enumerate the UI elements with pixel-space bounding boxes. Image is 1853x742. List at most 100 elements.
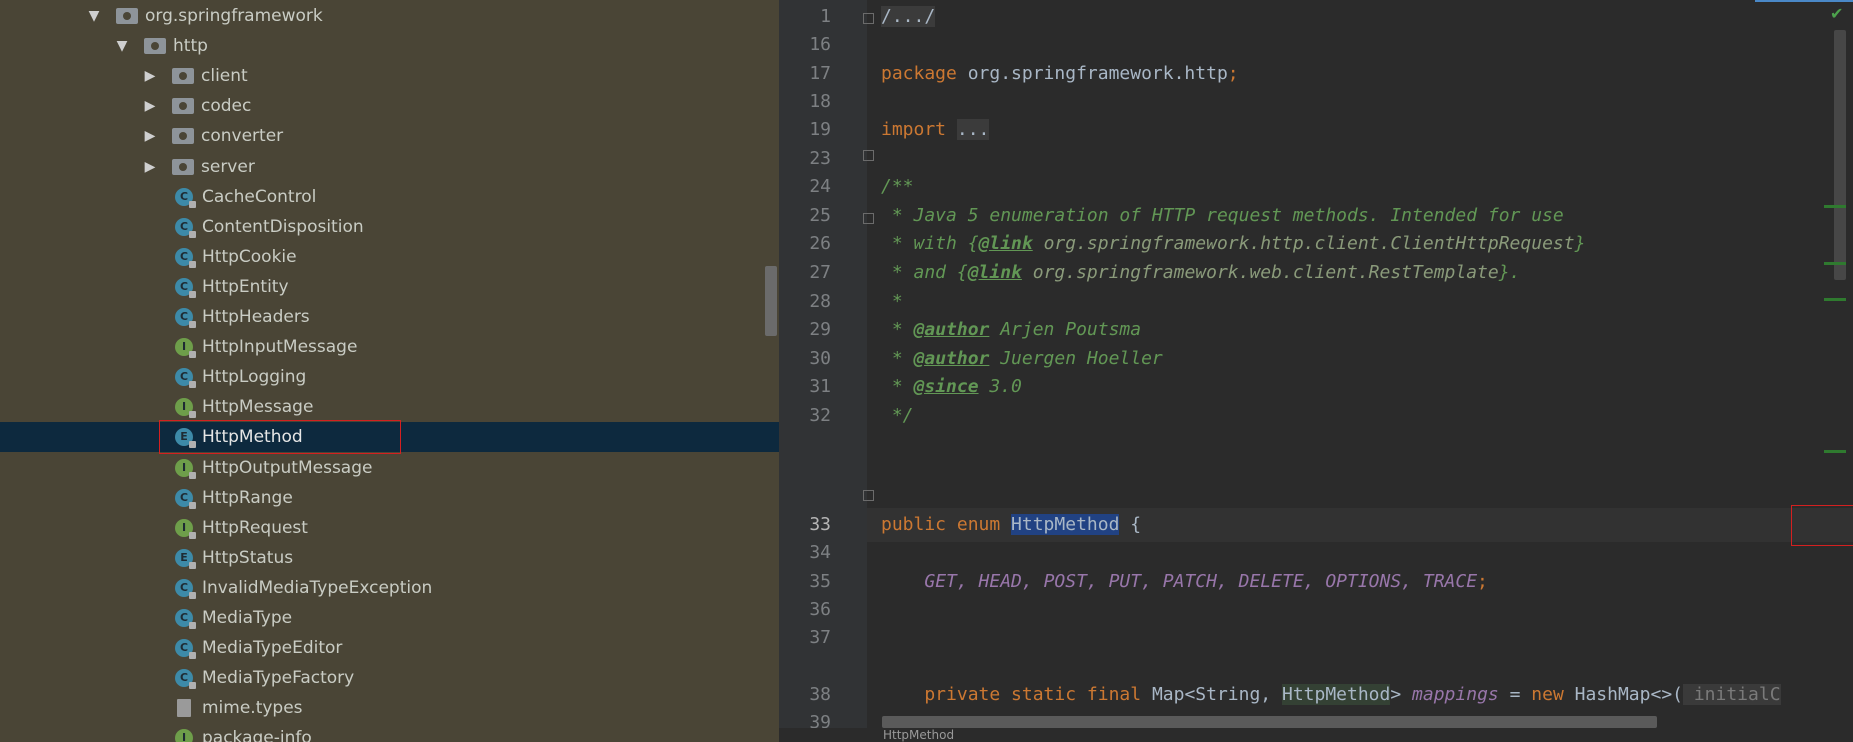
tree-item-label: MediaTypeEditor <box>202 638 343 659</box>
class-icon: C <box>175 368 196 389</box>
comment: * Java 5 enumeration of HTTP request met… <box>881 205 1564 226</box>
code-line-32[interactable]: */ <box>881 399 914 433</box>
tree-item[interactable]: E HttpStatus <box>0 543 779 573</box>
tree-item[interactable]: C HttpEntity <box>0 272 779 302</box>
check-icon[interactable]: ✔ <box>1830 4 1843 23</box>
tree-scrollbar[interactable] <box>765 266 777 336</box>
tree-item[interactable]: ▶ codec <box>0 91 779 121</box>
semicolon: ; <box>1477 571 1488 592</box>
package-folder-icon <box>116 8 138 24</box>
error-stripe-mark[interactable] <box>1824 450 1846 453</box>
package-folder-icon <box>172 68 194 85</box>
tree-item[interactable]: ▶ client <box>0 61 779 91</box>
collapsed-arrow-icon[interactable]: ▶ <box>142 91 158 121</box>
horizontal-scrollbar[interactable] <box>882 716 1657 728</box>
tree-item[interactable]: C HttpLogging <box>0 362 779 392</box>
keyword: public enum <box>881 514 1012 535</box>
brace: { <box>1119 514 1142 535</box>
comment: */ <box>881 405 914 426</box>
tree-item[interactable]: C HttpHeaders <box>0 302 779 332</box>
tree-item-label: MediaTypeFactory <box>202 668 355 689</box>
enum-constants: GET, HEAD, POST, PUT, PATCH, DELETE, OPT… <box>924 571 1478 592</box>
tree-item[interactable]: C InvalidMediaTypeException <box>0 573 779 603</box>
tree-item-label: HttpRequest <box>202 517 308 538</box>
vertical-scrollbar[interactable] <box>1834 30 1846 280</box>
error-stripe-mark[interactable] <box>1824 298 1846 301</box>
error-stripe-mark[interactable] <box>1824 205 1846 208</box>
collapsed-arrow-icon[interactable]: ▶ <box>142 152 158 182</box>
line-number: 37 <box>809 627 831 648</box>
expanded-arrow-icon[interactable]: ▼ <box>114 31 130 61</box>
code-line-35[interactable]: GET, HEAD, POST, PUT, PATCH, DELETE, OPT… <box>881 565 1488 599</box>
tree-item-label: CacheControl <box>202 186 317 207</box>
tree-item[interactable]: I HttpRequest <box>0 513 779 543</box>
lock-icon <box>189 682 196 690</box>
operator: = <box>1498 684 1532 705</box>
code-line-19[interactable]: import ... <box>881 113 990 147</box>
javadoc-link[interactable]: org.springframework.http.client.ClientHt… <box>1033 233 1575 254</box>
tree-item-label: HttpRange <box>202 487 293 508</box>
collapsed-arrow-icon[interactable]: ▶ <box>142 121 158 151</box>
code-line-17[interactable]: package org.springframework.http; <box>881 57 1239 91</box>
tree-item-label: HttpMessage <box>202 397 314 418</box>
tree-item-label: MediaType <box>202 608 293 628</box>
tree-item[interactable]: I HttpInputMessage <box>0 332 779 362</box>
tree-item[interactable]: ▼ http <box>0 31 779 61</box>
folded-header[interactable]: /.../ <box>881 6 936 27</box>
field-name: mappings <box>1412 684 1499 705</box>
enum-name-selected[interactable]: HttpMethod <box>1011 514 1120 535</box>
tree-item-label: mime.types <box>202 698 303 719</box>
keyword: private static final <box>881 684 1152 705</box>
tree-item[interactable]: C HttpRange <box>0 483 779 513</box>
tree-item[interactable]: Ipackage-info <box>0 723 779 742</box>
fold-toggle-icon[interactable] <box>863 490 874 501</box>
lock-icon <box>189 411 196 419</box>
fold-toggle-icon[interactable] <box>863 213 874 224</box>
lock-icon <box>189 501 196 509</box>
tree-item[interactable]: C MediaTypeEditor <box>0 633 779 663</box>
class-icon: C <box>175 578 196 599</box>
folded-imports[interactable]: ... <box>956 119 990 140</box>
javadoc-tag: @author <box>913 348 990 369</box>
tree-item[interactable]: C CacheControl <box>0 182 779 212</box>
tree-item[interactable]: ▶ server <box>0 152 779 182</box>
interface-icon: I <box>175 338 196 359</box>
fold-toggle-icon[interactable] <box>863 13 874 24</box>
code-line-33[interactable]: public enum HttpMethod { <box>881 508 1141 542</box>
comment: * <box>881 291 903 312</box>
class-usage-highlight[interactable]: HttpMethod <box>1281 684 1391 705</box>
fold-toggle-icon[interactable] <box>863 150 874 161</box>
tree-item[interactable]: mime.types <box>0 693 779 723</box>
class-icon: C <box>175 488 196 509</box>
tree-item[interactable]: C MediaTypeFactory <box>0 663 779 693</box>
tree-item-label: http <box>173 36 208 57</box>
tree-item-label: HttpHeaders <box>202 307 310 327</box>
tree-item[interactable]: C MediaType <box>0 603 779 633</box>
comment: * <box>881 319 914 340</box>
breadcrumb[interactable]: HttpMethod <box>883 728 954 742</box>
tree-item-label: HttpLogging <box>202 367 307 388</box>
tree-item[interactable]: I HttpOutputMessage <box>0 453 779 483</box>
code-line-27[interactable]: * and {@link org.springframework.web.cli… <box>881 256 1521 290</box>
code-highlight-box <box>1791 505 1853 546</box>
lock-icon <box>189 351 196 359</box>
expanded-arrow-icon[interactable]: ▼ <box>86 1 102 31</box>
tree-item[interactable]: ▼ org.springframework <box>0 1 779 31</box>
tree-item[interactable]: C ContentDisposition <box>0 212 779 242</box>
code-line-1[interactable]: /.../ <box>881 0 936 34</box>
tree-item-label: client <box>201 66 248 87</box>
comment: /** <box>881 176 914 197</box>
tree-item-label: HttpInputMessage <box>202 337 358 358</box>
code-line-38[interactable]: private static final Map<String, HttpMet… <box>881 678 1781 712</box>
tree-item[interactable]: C HttpCookie <box>0 242 779 272</box>
javadoc-link[interactable]: org.springframework.web.client.RestTempl… <box>1022 262 1499 283</box>
keyword: import <box>881 119 947 140</box>
collapsed-arrow-icon[interactable]: ▶ <box>142 61 158 91</box>
package-name: org.springframework.http <box>956 63 1228 84</box>
class-icon: C <box>175 669 196 690</box>
tree-item-label: package-info <box>202 728 312 742</box>
code-editor[interactable]: 1 16 17 18 19 23 24 25 26 27 28 29 30 31 32 33 34 35 36 37 3… <box>779 0 1853 742</box>
tree-item[interactable]: ▶ converter <box>0 121 779 151</box>
error-stripe-mark[interactable] <box>1824 262 1846 265</box>
tree-item[interactable]: I HttpMessage <box>0 392 779 422</box>
